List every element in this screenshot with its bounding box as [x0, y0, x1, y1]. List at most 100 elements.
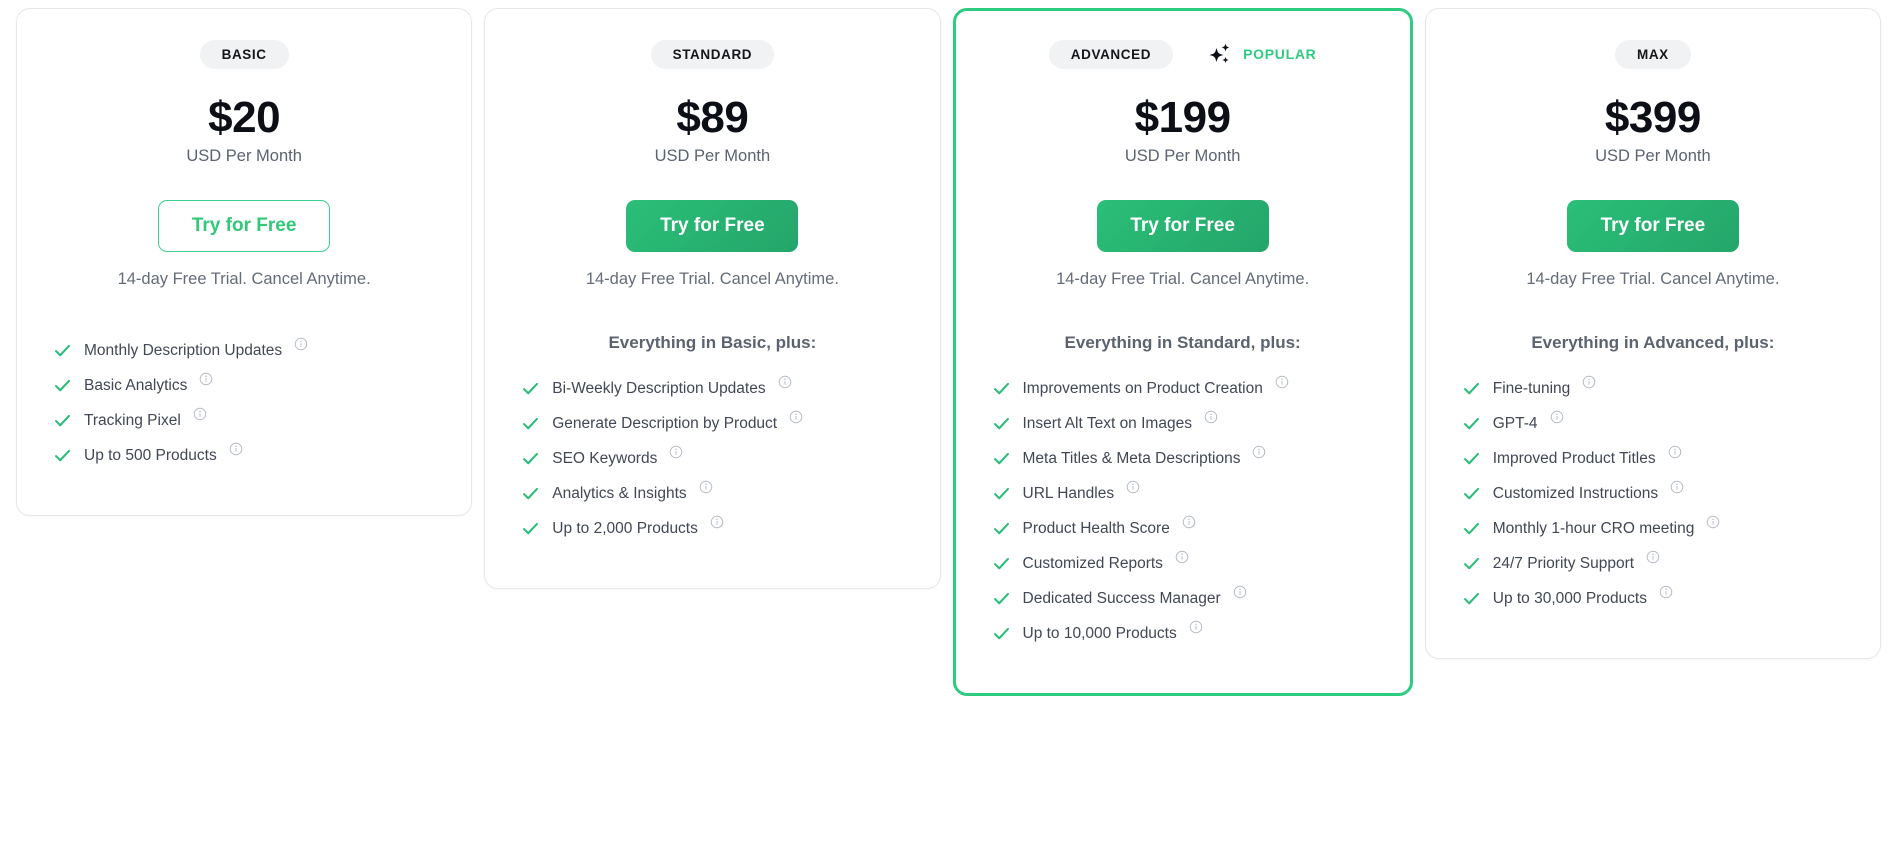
- feature-list: Fine-tuning GPT-4 Improved Product Titles C…: [1448, 375, 1858, 608]
- info-icon[interactable]: [1252, 445, 1266, 459]
- features-heading: Everything in Standard, plus:: [1064, 333, 1301, 353]
- plan-card-advanced[interactable]: ADVANCED POPULAR $199 USD Per Month Try for …: [952, 8, 1413, 697]
- feature-list: Bi-Weekly Description Updates Generate De…: [507, 375, 917, 538]
- cta-container: Try for Free: [978, 200, 1388, 253]
- feature-item: Customized Reports: [992, 550, 1388, 573]
- feature-label: GPT-4: [1492, 414, 1538, 432]
- check-icon: [993, 418, 1009, 430]
- check-icon: [993, 628, 1009, 640]
- try-for-free-button[interactable]: Try for Free: [1566, 200, 1739, 253]
- info-icon[interactable]: [1189, 620, 1203, 634]
- info-icon[interactable]: [1275, 375, 1289, 389]
- info-icon[interactable]: [1233, 585, 1247, 599]
- info-icon[interactable]: [229, 442, 243, 456]
- feature-label: Dedicated Success Manager: [1022, 589, 1221, 607]
- features-heading: Everything in Advanced, plus:: [1531, 333, 1775, 353]
- try-for-free-button[interactable]: Try for Free: [626, 200, 799, 253]
- trial-note: 14-day Free Trial. Cancel Anytime.: [1526, 270, 1780, 289]
- check-icon: [993, 523, 1009, 535]
- plan-header: BASIC: [39, 39, 449, 69]
- feature-label: Insert Alt Text on Images: [1022, 414, 1192, 432]
- info-icon[interactable]: [1670, 480, 1684, 494]
- popular-badge: POPULAR: [1207, 41, 1316, 67]
- try-for-free-button[interactable]: Try for Free: [158, 200, 331, 253]
- plan-name-chip: BASIC: [199, 39, 289, 69]
- plan-name-chip: STANDARD: [650, 39, 775, 69]
- feature-item: Up to 500 Products: [53, 442, 449, 465]
- check-icon: [523, 488, 539, 500]
- plan-price: $89: [676, 93, 749, 142]
- feature-item: Meta Titles & Meta Descriptions: [992, 445, 1388, 468]
- check-icon: [1463, 453, 1479, 465]
- info-icon[interactable]: [1646, 550, 1660, 564]
- feature-item: Improved Product Titles: [1462, 445, 1858, 468]
- info-icon[interactable]: [778, 375, 792, 389]
- feature-item: SEO Keywords: [521, 445, 917, 468]
- feature-label: Monthly 1-hour CRO meeting: [1492, 519, 1695, 537]
- info-icon[interactable]: [294, 337, 308, 351]
- info-icon[interactable]: [199, 372, 213, 386]
- info-icon[interactable]: [1182, 515, 1196, 529]
- feature-label: Fine-tuning: [1492, 379, 1571, 397]
- check-icon: [54, 380, 71, 392]
- feature-item: GPT-4: [1462, 410, 1858, 433]
- plan-header: STANDARD: [507, 39, 917, 69]
- plan-price-period: USD Per Month: [1124, 147, 1241, 166]
- feature-item: Tracking Pixel: [53, 407, 449, 430]
- check-icon: [993, 453, 1009, 465]
- info-icon[interactable]: [1550, 410, 1564, 424]
- info-icon[interactable]: [1175, 550, 1189, 564]
- trial-note: 14-day Free Trial. Cancel Anytime.: [585, 270, 839, 289]
- info-icon[interactable]: [1582, 375, 1596, 389]
- check-icon: [1463, 488, 1479, 500]
- check-icon: [1463, 523, 1479, 535]
- plan-price-period: USD Per Month: [654, 147, 771, 166]
- info-icon[interactable]: [1706, 515, 1720, 529]
- info-icon[interactable]: [1659, 585, 1673, 599]
- info-icon[interactable]: [193, 407, 207, 421]
- plan-card-max[interactable]: MAX $399 USD Per Month Try for Free 14-day F…: [1424, 8, 1881, 660]
- feature-item: Customized Instructions: [1462, 480, 1858, 503]
- feature-item: Monthly 1-hour CRO meeting: [1462, 515, 1858, 538]
- feature-label: Up to 30,000 Products: [1492, 589, 1647, 607]
- feature-label: 24/7 Priority Support: [1492, 554, 1635, 572]
- feature-item: Up to 30,000 Products: [1462, 585, 1858, 608]
- check-icon: [1463, 418, 1479, 430]
- info-icon[interactable]: [789, 410, 803, 424]
- feature-item: Generate Description by Product: [521, 410, 917, 433]
- try-for-free-button[interactable]: Try for Free: [1096, 200, 1269, 253]
- plan-card-standard[interactable]: STANDARD $89 USD Per Month Try for Free 14-d…: [484, 8, 941, 590]
- info-icon[interactable]: [669, 445, 683, 459]
- info-icon[interactable]: [710, 515, 724, 529]
- check-icon: [523, 418, 539, 430]
- plan-header: MAX: [1448, 39, 1858, 69]
- info-icon[interactable]: [699, 480, 713, 494]
- plan-price: $199: [1134, 93, 1231, 142]
- feature-label: Tracking Pixel: [84, 411, 181, 429]
- feature-label: Meta Titles & Meta Descriptions: [1022, 449, 1241, 467]
- plan-price-period: USD Per Month: [1595, 147, 1711, 166]
- feature-label: Product Health Score: [1022, 519, 1170, 537]
- feature-item: Fine-tuning: [1462, 375, 1858, 398]
- info-icon[interactable]: [1668, 445, 1682, 459]
- check-icon: [1463, 558, 1479, 570]
- check-icon: [54, 450, 71, 462]
- feature-label: Bi-Weekly Description Updates: [552, 379, 766, 397]
- info-icon[interactable]: [1126, 480, 1140, 494]
- pricing-plans-grid: BASIC $20 USD Per Month Try for Free 14-day …: [0, 0, 1897, 843]
- feature-label: Monthly Description Updates: [84, 341, 283, 359]
- feature-item: Up to 10,000 Products: [992, 620, 1388, 643]
- plan-name-chip: MAX: [1614, 39, 1691, 69]
- feature-list: Improvements on Product Creation Insert A…: [978, 375, 1388, 643]
- plan-card-basic[interactable]: BASIC $20 USD Per Month Try for Free 14-day …: [16, 8, 473, 517]
- check-icon: [54, 415, 71, 427]
- info-icon[interactable]: [1204, 410, 1218, 424]
- feature-item: Insert Alt Text on Images: [992, 410, 1388, 433]
- feature-item: Bi-Weekly Description Updates: [521, 375, 917, 398]
- feature-label: SEO Keywords: [552, 449, 658, 467]
- check-icon: [993, 383, 1009, 395]
- check-icon: [523, 523, 539, 535]
- trial-note: 14-day Free Trial. Cancel Anytime.: [1056, 270, 1310, 289]
- feature-label: Up to 500 Products: [84, 446, 217, 464]
- feature-label: Analytics & Insights: [552, 484, 687, 502]
